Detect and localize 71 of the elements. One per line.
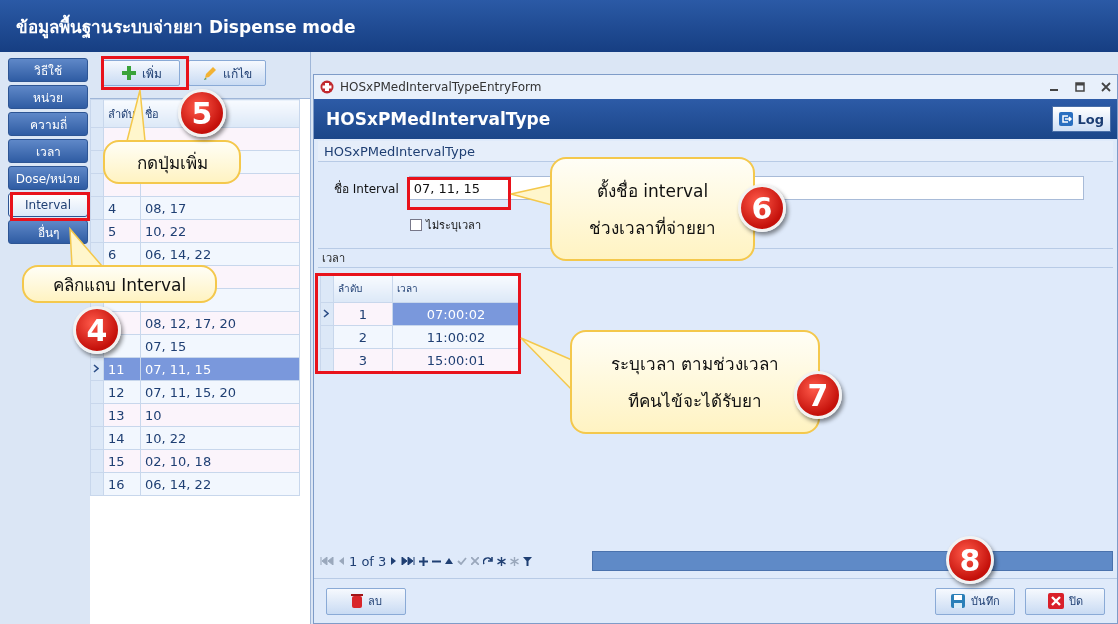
group-title: HOSxPMedIntervalType [318,141,1113,162]
table-cell: 15 [108,453,125,469]
callout-text: ทีคนไข้จะได้รับยา [628,390,762,413]
nav-tab[interactable]: Dose/หน่วย [8,166,88,190]
next-page-icon[interactable] [390,557,398,565]
asterisk-icon[interactable] [497,556,507,566]
close-icon [1047,593,1064,609]
callout-text: ระบุเวลา ตามช่วงเวลา [610,353,780,377]
table-cell: 07, 11, 15, 20 [145,384,236,400]
table-cell: 10, 22 [145,430,187,446]
table-cell: 07, 11, 15 [145,361,212,377]
table-cell: 07, 15 [145,338,187,354]
up-triangle-icon[interactable] [445,558,454,564]
plus-icon[interactable] [419,556,429,566]
field-label: ชื่อ Interval [334,179,399,198]
last-page-icon[interactable] [401,557,416,565]
pencil-icon [202,65,218,81]
table-cell: 10, 22 [145,223,187,239]
table-cell: 15:00:01 [426,352,486,368]
row-pointer-icon [93,363,99,373]
dialog-title: HOSxPMedIntervalTypeEntryForm [340,80,542,94]
table-cell: 08, 12, 17, 20 [145,315,236,331]
edit-button[interactable]: แก้ไข [188,60,266,86]
nav-tab[interactable]: เวลา [8,139,88,163]
maximize-icon[interactable] [1075,82,1085,92]
table-cell: 3 [358,352,368,368]
delete-button[interactable]: ลบ [326,587,406,615]
table-cell: 1 [358,306,368,322]
save-button[interactable]: บันทึก [935,587,1015,615]
table-cell: 06, 14, 22 [145,246,212,262]
nav-tab[interactable]: วิธีใช้ [8,58,88,82]
close-icon[interactable] [1101,82,1111,92]
checkmark-icon[interactable] [457,557,468,565]
table-cell: 08, 17 [145,200,187,216]
app-logo-icon [320,80,334,94]
table-cell: 02, 10, 18 [145,453,212,469]
table-cell: 10 [145,407,162,423]
callout-text: กดปุ่มเพิ่ม [136,150,208,176]
callout-text: ช่วงเวลาที่จ่ายยา [589,215,716,240]
table-cell: 11 [108,361,125,377]
add-button[interactable]: เพิ่ม [102,60,180,86]
trash-icon [350,593,363,609]
table-cell: 11:00:02 [426,329,486,345]
column-header: เวลา [392,274,520,303]
table-cell: 2 [358,329,368,345]
close-button[interactable]: ปิด [1025,587,1105,615]
row-pointer-icon [323,308,329,318]
nav-tab[interactable]: ความถี่ [8,112,88,136]
table-cell: 13 [108,407,125,423]
table-cell: 5 [108,223,117,239]
exit-icon [1059,112,1074,126]
column-header: ลำดับ [333,274,393,303]
window-title: ข้อมูลพื้นฐานระบบจ่ายยา Dispense mode [0,0,1118,52]
log-button[interactable]: Log [1052,106,1111,132]
table-cell: 07:00:02 [426,306,486,322]
table-cell: 06, 14, 22 [145,476,212,492]
page-indicator: 1 of 3 [349,553,387,569]
filter-icon[interactable] [523,556,533,566]
step-number-badge: 4 [73,306,121,354]
table-cell: 4 [108,200,117,216]
table-cell: 6 [108,246,117,262]
table-cell: 12 [108,384,125,400]
nav-tab[interactable]: หน่วย [8,85,88,109]
callout-text: คลิกแถบ Interval [52,273,187,297]
plus-icon [120,65,137,81]
table-cell: 16 [108,476,125,492]
refresh-icon[interactable] [483,557,494,565]
scrollbar[interactable] [592,551,1113,571]
callout-text: ตั้งชื่อ interval [596,178,709,203]
table-cell: 14 [108,430,125,446]
form-header: HOSxPMedIntervalType [326,109,551,129]
